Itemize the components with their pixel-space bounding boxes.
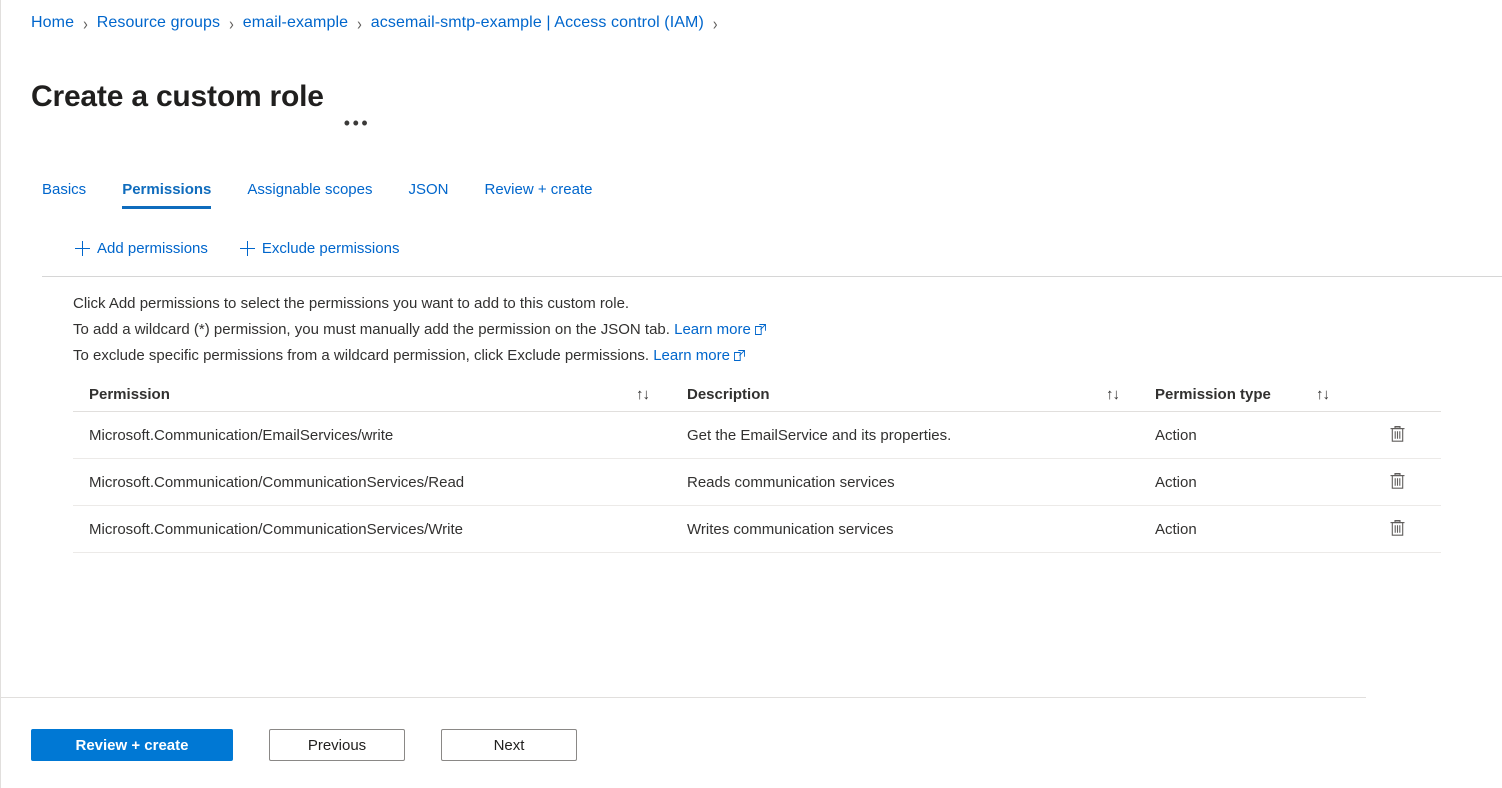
tab-review-create-label: Review + create bbox=[484, 181, 593, 198]
tab-permissions[interactable]: Permissions bbox=[122, 181, 212, 209]
tab-permissions-label: Permissions bbox=[122, 181, 212, 198]
learn-more-link-exclude[interactable]: Learn more bbox=[653, 347, 745, 364]
column-header-description: Description ↑↓ bbox=[673, 386, 1143, 403]
exclude-permissions-button[interactable]: Exclude permissions bbox=[239, 240, 400, 257]
learn-more-label: Learn more bbox=[674, 321, 751, 338]
cell-description: Reads communication services bbox=[687, 473, 895, 491]
breadcrumb-item-email-example[interactable]: email-example bbox=[243, 14, 348, 32]
previous-button[interactable]: Previous bbox=[269, 729, 405, 761]
blade-left-edge bbox=[0, 0, 1, 788]
exclude-permissions-label: Exclude permissions bbox=[261, 240, 400, 257]
cell-description: Get the EmailService and its properties. bbox=[687, 426, 952, 444]
external-link-icon bbox=[733, 344, 745, 361]
cell-description: Writes communication services bbox=[687, 520, 894, 538]
trash-icon bbox=[1389, 472, 1406, 493]
learn-more-label: Learn more bbox=[653, 347, 730, 364]
column-header-description-label: Description bbox=[687, 386, 770, 403]
tab-basics-label: Basics bbox=[42, 181, 87, 198]
wizard-tabs: Basics Permissions Assignable scopes JSO… bbox=[42, 181, 628, 209]
column-header-permission: Permission ↑↓ bbox=[73, 386, 673, 403]
tab-json-label: JSON bbox=[408, 181, 449, 198]
page-header: Create a custom role ••• bbox=[31, 57, 370, 137]
cell-permission-type: Action bbox=[1155, 520, 1197, 538]
column-header-permission-type-label: Permission type bbox=[1155, 386, 1271, 403]
cell-permission: Microsoft.Communication/CommunicationSer… bbox=[89, 473, 465, 491]
permissions-table: Permission ↑↓ Description ↑↓ Permission … bbox=[73, 378, 1441, 553]
cell-permission: Microsoft.Communication/CommunicationSer… bbox=[89, 520, 464, 538]
tab-review-create[interactable]: Review + create bbox=[485, 181, 593, 209]
breadcrumb-item-access-control[interactable]: acsemail-smtp-example | Access control (… bbox=[371, 14, 704, 32]
cell-permission-type: Action bbox=[1155, 473, 1197, 491]
delete-permission-button[interactable] bbox=[1383, 515, 1411, 543]
plus-icon bbox=[239, 241, 255, 256]
footer-divider bbox=[0, 697, 1366, 698]
external-link-icon bbox=[754, 318, 766, 335]
add-permissions-button[interactable]: Add permissions bbox=[75, 240, 208, 257]
instruction-line-2: To add a wildcard (*) permission, you mu… bbox=[73, 317, 766, 343]
sort-toggle-permission-type-icon[interactable]: ↑↓ bbox=[1316, 386, 1330, 403]
cell-actions bbox=[1353, 515, 1441, 543]
review-create-button[interactable]: Review + create bbox=[31, 729, 233, 761]
instruction-line-3: To exclude specific permissions from a w… bbox=[73, 343, 766, 369]
cell-permission: Microsoft.Communication/EmailServices/wr… bbox=[89, 426, 394, 444]
column-header-permission-label: Permission bbox=[89, 386, 170, 403]
instruction-line-2-text: To add a wildcard (*) permission, you mu… bbox=[73, 321, 670, 338]
sort-toggle-permission-icon[interactable]: ↑↓ bbox=[636, 386, 650, 403]
breadcrumb: Home › Resource groups › email-example ›… bbox=[31, 13, 727, 33]
table-row[interactable]: Microsoft.Communication/CommunicationSer… bbox=[73, 459, 1441, 506]
sort-toggle-description-icon[interactable]: ↑↓ bbox=[1106, 386, 1120, 403]
cell-permission-type: Action bbox=[1155, 426, 1197, 444]
plus-icon bbox=[75, 241, 90, 256]
table-header-row: Permission ↑↓ Description ↑↓ Permission … bbox=[73, 378, 1441, 412]
breadcrumb-item-home[interactable]: Home bbox=[31, 14, 74, 32]
instruction-line-3-text: To exclude specific permissions from a w… bbox=[73, 347, 650, 364]
footer-actions: Review + create Previous Next bbox=[31, 729, 577, 761]
learn-more-link-wildcard[interactable]: Learn more bbox=[674, 321, 766, 338]
delete-permission-button[interactable] bbox=[1383, 468, 1411, 496]
table-row[interactable]: Microsoft.Communication/EmailServices/wr… bbox=[73, 412, 1441, 459]
more-options-icon[interactable]: ••• bbox=[344, 114, 370, 132]
instruction-line-1: Click Add permissions to select the perm… bbox=[73, 295, 630, 312]
breadcrumb-separator-icon: › bbox=[712, 13, 718, 33]
tab-assignable-scopes-label: Assignable scopes bbox=[247, 181, 373, 198]
cell-actions bbox=[1353, 468, 1441, 496]
instructions-block: Click Add permissions to select the perm… bbox=[73, 291, 766, 369]
trash-icon bbox=[1389, 519, 1406, 540]
command-bar: Add permissions Exclude permissions bbox=[75, 240, 431, 257]
tab-json[interactable]: JSON bbox=[408, 181, 448, 209]
breadcrumb-item-resource-groups[interactable]: Resource groups bbox=[97, 14, 220, 32]
breadcrumb-separator-icon: › bbox=[357, 13, 362, 33]
cell-actions bbox=[1353, 421, 1441, 449]
trash-icon bbox=[1389, 425, 1406, 446]
table-row[interactable]: Microsoft.Communication/CommunicationSer… bbox=[73, 506, 1441, 553]
next-button[interactable]: Next bbox=[441, 729, 577, 761]
breadcrumb-separator-icon: › bbox=[229, 13, 234, 33]
tab-basics[interactable]: Basics bbox=[42, 181, 86, 209]
column-header-permission-type: Permission type ↑↓ bbox=[1143, 386, 1353, 403]
page-title: Create a custom role bbox=[31, 80, 324, 114]
add-permissions-label: Add permissions bbox=[97, 240, 208, 257]
breadcrumb-separator-icon: › bbox=[83, 13, 88, 33]
command-bar-divider bbox=[42, 276, 1502, 277]
tab-assignable-scopes[interactable]: Assignable scopes bbox=[247, 181, 372, 209]
delete-permission-button[interactable] bbox=[1383, 421, 1411, 449]
